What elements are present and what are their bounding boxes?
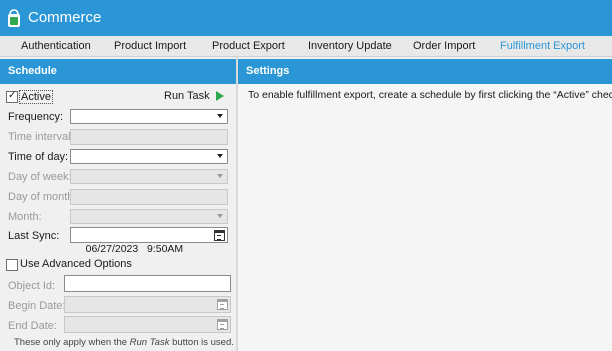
month-label: Month: (8, 211, 42, 223)
advanced-options-checkbox[interactable] (6, 259, 18, 271)
time-of-day-select[interactable] (70, 149, 228, 164)
end-date-label: End Date: (8, 320, 57, 332)
end-date-input[interactable] (64, 316, 231, 333)
day-of-month-label: Day of month: (8, 191, 77, 203)
day-of-week-select[interactable] (70, 169, 228, 184)
day-of-month-input[interactable] (70, 189, 228, 205)
object-id-input[interactable] (64, 275, 231, 292)
settings-panel: To enable fulfillment export, create a s… (238, 84, 612, 351)
tab-bar: Authentication Product Import Product Ex… (0, 36, 612, 57)
last-sync-input[interactable]: 06/27/2023 9:50AM (70, 227, 228, 255)
time-of-day-label: Time of day: (8, 151, 69, 163)
last-sync-label: Last Sync: (8, 230, 60, 242)
time-interval-input[interactable] (70, 129, 228, 145)
shopping-bag-icon (8, 9, 20, 27)
schedule-header: Schedule (0, 59, 236, 84)
tab-fulfillment-export[interactable]: Fulfillment Export (500, 40, 585, 52)
tab-product-import[interactable]: Product Import (114, 40, 186, 52)
checkmark-icon: ✓ (8, 90, 17, 101)
frequency-select[interactable] (70, 109, 228, 124)
object-id-label: Object Id: (8, 280, 56, 292)
begin-date-input[interactable] (64, 296, 231, 313)
settings-header: Settings (238, 59, 612, 84)
tab-authentication[interactable]: Authentication (21, 40, 91, 52)
calendar-icon[interactable] (217, 299, 228, 310)
time-interval-label: Time interval: (8, 131, 74, 143)
title-bar: Commerce (0, 0, 612, 36)
chevron-down-icon (217, 154, 223, 158)
last-sync-value: 06/27/2023 9:50AM (85, 243, 184, 255)
schedule-panel: ✓ Active Run Task Frequency: Time interv… (0, 84, 236, 351)
advanced-options-label[interactable]: Use Advanced Options (20, 258, 132, 270)
run-task-label[interactable]: Run Task (164, 90, 210, 102)
tab-order-import[interactable]: Order Import (413, 40, 475, 52)
begin-date-label: Begin Date: (8, 300, 66, 312)
month-select[interactable] (70, 209, 228, 224)
tab-product-export[interactable]: Product Export (212, 40, 285, 52)
chevron-down-icon (217, 114, 223, 118)
chevron-down-icon (217, 174, 223, 178)
settings-message: To enable fulfillment export, create a s… (248, 89, 612, 101)
calendar-icon[interactable] (214, 230, 225, 241)
calendar-icon[interactable] (217, 319, 228, 330)
active-checkbox[interactable]: ✓ (6, 90, 18, 103)
chevron-down-icon (217, 214, 223, 218)
advanced-options-note: These only apply when the Run Task butto… (14, 337, 234, 348)
tab-inventory-update[interactable]: Inventory Update (308, 40, 392, 52)
active-label[interactable]: Active (19, 90, 53, 104)
app-title: Commerce (28, 9, 102, 26)
day-of-week-label: Day of week: (8, 171, 72, 183)
play-icon[interactable] (216, 91, 224, 101)
frequency-label: Frequency: (8, 111, 64, 123)
